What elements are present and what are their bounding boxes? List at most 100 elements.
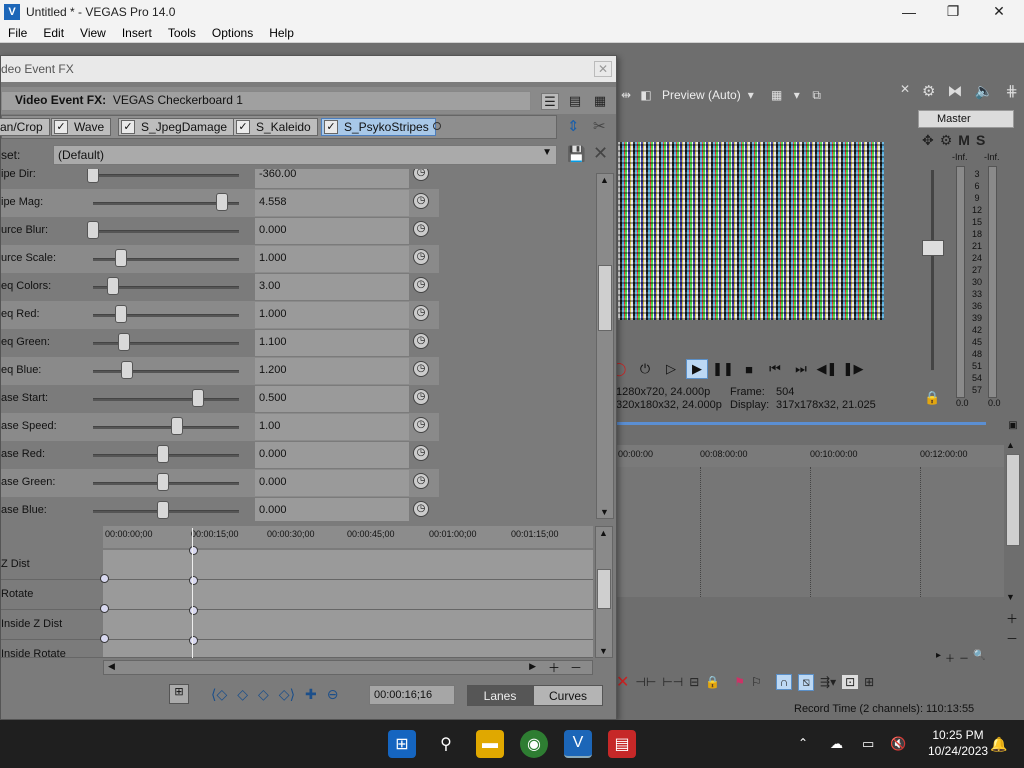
keyframe-cursor[interactable]	[192, 528, 193, 658]
parameter-slider-thumb[interactable]	[117, 333, 130, 351]
zoom-tool-icon[interactable]: 🔍	[973, 650, 985, 664]
parameter-slider-thumb[interactable]	[87, 221, 99, 239]
grid-icon[interactable]: ▦	[767, 88, 787, 102]
zoom-out-icon[interactable]: －	[570, 659, 582, 676]
keyframe-vertical-scrollbar[interactable]: ▲ ▼	[595, 526, 613, 658]
scroll-up-icon[interactable]: ▲	[600, 175, 609, 185]
marker-icon[interactable]: ▣	[1006, 420, 1020, 434]
menu-options[interactable]: Options	[204, 26, 261, 40]
close-icon[interactable]: ✕	[900, 82, 910, 96]
animate-clock-icon[interactable]: ◷	[413, 445, 429, 461]
grid-view-icon[interactable]: ▦	[591, 93, 609, 110]
stop-icon[interactable]: ■	[738, 359, 760, 379]
keyframe-marker[interactable]	[100, 574, 109, 583]
scroll-down-icon[interactable]: ▼	[599, 646, 608, 656]
parameter-slider-thumb[interactable]	[115, 249, 127, 267]
horizontal-zoom-in-icon[interactable]: ＋	[945, 650, 955, 665]
go-to-start-icon[interactable]: ⏮	[764, 359, 786, 379]
add-keyframe-icon[interactable]: ✚	[305, 686, 317, 703]
chrome-icon[interactable]: ◉	[520, 730, 548, 758]
animate-clock-icon[interactable]: ◷	[413, 333, 429, 349]
plugin-jpegdamage[interactable]: ✓ S_JpegDamage	[118, 118, 235, 136]
lock-event-icon[interactable]: 🔒	[705, 675, 720, 689]
fx-close-button[interactable]: ✕	[594, 61, 612, 77]
animate-clock-icon[interactable]: ◷	[413, 221, 429, 237]
keyframe-lane[interactable]	[103, 550, 593, 579]
keyframe-marker[interactable]	[189, 636, 198, 645]
parameter-slider-thumb[interactable]	[157, 501, 169, 519]
previous-frame-icon[interactable]: ◀❚	[816, 359, 838, 379]
animate-clock-icon[interactable]: ◷	[413, 277, 429, 293]
trim-end-icon[interactable]: ⊢⊣	[662, 675, 683, 689]
keyframe-marker[interactable]	[189, 606, 198, 615]
keyframe-lane[interactable]	[103, 640, 593, 657]
save-preset-icon[interactable]: 💾	[567, 145, 586, 163]
animate-clock-icon[interactable]: ◷	[413, 501, 429, 517]
parameter-value-field[interactable]: 1.00	[255, 414, 409, 440]
play-from-start-icon[interactable]: ▷	[660, 359, 682, 379]
keyframe-marker[interactable]	[189, 546, 198, 555]
scroll-left-icon[interactable]: ◀	[108, 661, 115, 672]
menu-file[interactable]: File	[0, 26, 35, 40]
close-window-button[interactable]: ✕	[976, 0, 1022, 23]
menu-view[interactable]: View	[72, 26, 114, 40]
keyframe-timecode[interactable]: 00:00:16;16	[369, 685, 455, 705]
pan-icon[interactable]: ✥	[922, 132, 934, 149]
region-icon[interactable]: ⚐	[751, 675, 762, 689]
animate-clock-icon[interactable]: ◷	[413, 193, 429, 209]
scroll-right-icon[interactable]: ▶	[529, 661, 536, 672]
scroll-down-icon[interactable]: ▼	[600, 507, 609, 517]
downmix-icon[interactable]: ⧓	[948, 82, 963, 100]
zoom-in-icon[interactable]: ＋	[1006, 610, 1018, 627]
speaker-icon[interactable]: 🔈	[975, 82, 994, 100]
scroll-up-icon[interactable]: ▲	[599, 528, 608, 538]
keyframe-horizontal-scrollbar[interactable]: ◀ ▶ ＋ －	[103, 660, 593, 675]
loop-icon[interactable]: ⏻	[634, 359, 656, 379]
play-icon[interactable]: ▶	[686, 359, 708, 379]
lock-icon[interactable]: 🔒	[924, 390, 940, 406]
system-clock[interactable]: 10:25 PM 10/24/2023	[928, 727, 988, 759]
keyframe-marker[interactable]	[100, 604, 109, 613]
parameter-value-field[interactable]: -360.00	[255, 169, 409, 188]
go-to-end-icon[interactable]: ⏭	[790, 359, 812, 379]
vegas-taskbar-icon[interactable]: V	[564, 730, 592, 758]
plugin-enabled-checkbox[interactable]: ✓	[121, 120, 135, 134]
plugin-enabled-checkbox[interactable]: ✓	[54, 120, 68, 134]
parameter-slider-thumb[interactable]	[157, 473, 169, 491]
parameter-value-field[interactable]: 4.558	[255, 190, 409, 216]
animate-clock-icon[interactable]: ◷	[413, 389, 429, 405]
keyframe-marker[interactable]	[100, 634, 109, 643]
ripple-edit-icon[interactable]: ⇶▾	[820, 675, 836, 689]
animate-clock-icon[interactable]: ◷	[413, 417, 429, 433]
parameter-value-field[interactable]: 3.00	[255, 274, 409, 300]
preset-dropdown[interactable]: (Default) ▼	[53, 145, 557, 165]
parameter-slider-track[interactable]	[93, 230, 239, 233]
plugin-enabled-checkbox[interactable]: ✓	[236, 120, 250, 134]
list-view-icon[interactable]: ☰	[541, 93, 559, 110]
parameter-slider-thumb[interactable]	[120, 361, 133, 379]
trim-start-icon[interactable]: ⊣⊢	[635, 675, 656, 689]
store-icon[interactable]: ▤	[608, 730, 636, 758]
first-keyframe-icon[interactable]: ⟨◇	[211, 686, 227, 703]
plugin-pan-crop[interactable]: an/Crop	[0, 118, 50, 136]
parameter-value-field[interactable]: 0.000	[255, 442, 409, 468]
solo-button[interactable]: S	[976, 132, 985, 149]
parameter-value-field[interactable]: 1.000	[255, 246, 409, 272]
maximize-button[interactable]: ❐	[930, 0, 976, 23]
gear-icon[interactable]: ⚙	[922, 82, 935, 100]
minimize-button[interactable]: —	[886, 0, 932, 23]
animate-clock-icon[interactable]: ◷	[413, 361, 429, 377]
parameter-value-field[interactable]: 1.200	[255, 358, 409, 384]
chevron-down-icon[interactable]: ▾	[741, 88, 761, 102]
timeline-tracks[interactable]	[616, 467, 1004, 597]
volume-icon[interactable]: 🔇	[890, 736, 906, 752]
parameter-slider-thumb[interactable]	[215, 193, 228, 211]
next-frame-icon[interactable]: ❚▶	[842, 359, 864, 379]
scroll-down-icon[interactable]: ▼	[1006, 592, 1015, 602]
menu-insert[interactable]: Insert	[114, 26, 160, 40]
scroll-up-icon[interactable]: ▲	[1006, 440, 1015, 450]
delete-preset-icon[interactable]: ✕	[593, 143, 608, 164]
parameter-slider-thumb[interactable]	[192, 389, 204, 407]
animate-clock-icon[interactable]: ◷	[413, 169, 429, 181]
sync-cursor-icon[interactable]: ⊞	[169, 684, 189, 704]
